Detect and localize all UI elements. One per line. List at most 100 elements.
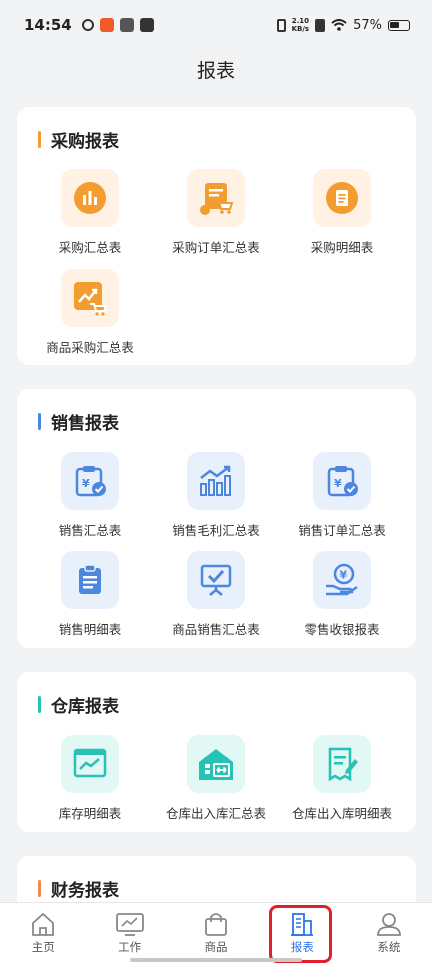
- purchase-order-summary-tile: [187, 169, 245, 227]
- purchase-summary-label: 采购汇总表: [58, 240, 122, 255]
- mail-icon: [139, 18, 154, 32]
- wifi-icon: [331, 19, 347, 31]
- warehouse-card-header: 仓库报表: [38, 692, 119, 717]
- tab-work-label: 工作: [118, 940, 142, 954]
- svg-text:¥: ¥: [340, 569, 348, 582]
- warehouse-io-detail-label: 仓库出入库明细表: [291, 806, 392, 821]
- warehouse-io-detail-item[interactable]: 仓库出入库明细表: [279, 735, 405, 822]
- net-speed: 2.10 KB/s: [292, 17, 309, 33]
- sales-summary-tile: ¥: [61, 452, 119, 510]
- purchase-accent-bar: [38, 131, 41, 148]
- order-cart-icon: [200, 183, 234, 215]
- grey-app-icon: [119, 18, 134, 32]
- inventory-chart-icon: [73, 748, 107, 778]
- home-indicator[interactable]: [130, 958, 302, 962]
- inventory-detail-label: 库存明细表: [58, 806, 122, 821]
- sales-card-header: 销售报表: [38, 409, 119, 434]
- purchase-report-card: 采购报表 采购汇总表 采购订单汇总表 采购明细表 商品采购汇总表: [17, 107, 416, 365]
- sales-order-summary-item[interactable]: ¥ 销售订单汇总表: [279, 452, 405, 539]
- sales-profit-summary-item[interactable]: 销售毛利汇总表: [153, 452, 279, 539]
- sales-profit-summary-tile: [187, 452, 245, 510]
- purchase-detail-item[interactable]: 采购明细表: [279, 169, 405, 256]
- retail-cashier-report-label: 零售收银报表: [304, 622, 380, 637]
- purchase-order-summary-label: 采购订单汇总表: [172, 240, 260, 255]
- document-list-icon: [326, 182, 358, 214]
- svg-text:¥: ¥: [82, 477, 90, 490]
- goods-sales-summary-tile: [187, 551, 245, 609]
- purchase-detail-tile: [313, 169, 371, 227]
- sales-order-summary-label: 销售订单汇总表: [298, 523, 386, 538]
- clipboard-yen-check-icon: ¥: [327, 466, 358, 497]
- net-speed-value: 2.10: [291, 17, 309, 25]
- retail-cashier-report-item[interactable]: ¥ 零售收银报表: [279, 551, 405, 638]
- sim-icon: [315, 18, 326, 32]
- status-time: 14:54: [24, 16, 72, 34]
- warehouse-report-card: 仓库报表 库存明细表 仓库出入库汇总表 仓库出入库明细表: [17, 672, 416, 832]
- tab-goods[interactable]: 商品: [173, 903, 259, 964]
- purchase-summary-item[interactable]: 采购汇总表: [27, 169, 153, 256]
- tab-home-label: 主页: [31, 940, 55, 954]
- warehouse-io-summary-label: 仓库出入库汇总表: [165, 806, 266, 821]
- bar-chart-icon: [74, 182, 106, 214]
- purchase-card-header: 采购报表: [38, 127, 119, 152]
- shopping-bag-icon: [205, 913, 227, 936]
- warehouse-transfer-icon: [199, 749, 233, 780]
- purchase-detail-label: 采购明细表: [310, 240, 374, 255]
- goods-purchase-summary-tile: [61, 269, 119, 327]
- page-title: 报表: [196, 60, 235, 82]
- sales-accent-bar: [38, 413, 41, 430]
- sales-profit-summary-label: 销售毛利汇总表: [172, 523, 260, 538]
- sales-detail-tile: [61, 551, 119, 609]
- sales-summary-label: 销售汇总表: [58, 523, 122, 538]
- user-icon: [376, 913, 401, 936]
- warehouse-io-summary-item[interactable]: 仓库出入库汇总表: [153, 735, 279, 822]
- presentation-board-icon: [200, 564, 232, 596]
- goods-sales-summary-label: 商品销售汇总表: [172, 622, 260, 637]
- tab-work[interactable]: 工作: [86, 903, 172, 964]
- monitor-icon: [115, 913, 144, 936]
- clipboard-yen-icon: ¥: [75, 466, 106, 497]
- sales-detail-item[interactable]: 销售明细表: [27, 551, 153, 638]
- tab-system-label: 系统: [377, 940, 401, 954]
- sales-report-card: 销售报表 ¥ 销售汇总表 销售毛利汇总表 ¥ 销售订单汇总表 销售明细表 商品销…: [17, 389, 416, 648]
- goods-sales-summary-item[interactable]: 商品销售汇总表: [153, 551, 279, 638]
- tab-home[interactable]: 主页: [0, 903, 86, 964]
- finance-card-title: 财务报表: [51, 881, 119, 901]
- goods-purchase-summary-item[interactable]: 商品采购汇总表: [27, 269, 153, 356]
- status-left: 14:54: [24, 16, 154, 34]
- battery-percent: 57%: [353, 17, 382, 33]
- retail-cashier-report-tile: ¥: [313, 551, 371, 609]
- battery-icon: [388, 19, 410, 31]
- status-bar: 14:54 2.10 KB/s 57%: [0, 0, 432, 50]
- sales-card-title: 销售报表: [51, 414, 119, 434]
- warehouse-io-detail-tile: [313, 735, 371, 793]
- hand-coin-icon: ¥: [326, 563, 358, 596]
- document-edit-icon: [328, 747, 358, 782]
- orange-app-icon: [99, 18, 114, 32]
- sales-order-summary-tile: ¥: [313, 452, 371, 510]
- purchase-order-summary-item[interactable]: 采购订单汇总表: [153, 169, 279, 256]
- home-icon: [32, 912, 55, 936]
- finance-accent-bar: [38, 880, 41, 897]
- notes-list-icon: [79, 564, 101, 594]
- inventory-detail-tile: [61, 735, 119, 793]
- bottom-tab-bar: 主页 工作 商品 报表 系统: [0, 902, 432, 964]
- purchase-summary-tile: [61, 169, 119, 227]
- goods-purchase-summary-label: 商品采购汇总表: [46, 340, 134, 355]
- sales-summary-item[interactable]: ¥ 销售汇总表: [27, 452, 153, 539]
- tab-system[interactable]: 系统: [346, 903, 432, 964]
- net-speed-unit: KB/s: [291, 25, 310, 33]
- finance-card-header: 财务报表: [38, 876, 119, 901]
- inventory-detail-item[interactable]: 库存明细表: [27, 735, 153, 822]
- tab-goods-label: 商品: [204, 940, 228, 954]
- app-notification-icon: [81, 19, 94, 31]
- warehouse-io-summary-tile: [187, 735, 245, 793]
- sales-detail-label: 销售明细表: [58, 622, 122, 637]
- status-right: 2.10 KB/s 57%: [276, 17, 410, 33]
- purchase-card-title: 采购报表: [51, 132, 119, 152]
- warehouse-accent-bar: [38, 696, 41, 713]
- trend-cart-icon: [74, 282, 108, 316]
- warehouse-card-title: 仓库报表: [51, 697, 119, 717]
- active-tab-highlight: [269, 905, 332, 963]
- svg-text:¥: ¥: [334, 477, 342, 490]
